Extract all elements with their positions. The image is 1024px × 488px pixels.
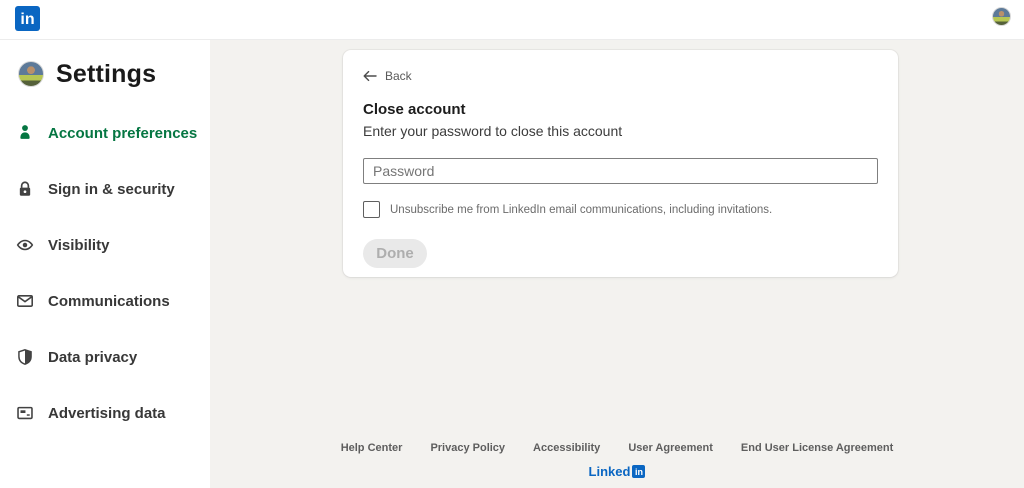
sidebar-item-visibility[interactable]: Visibility xyxy=(0,217,210,273)
ad-card-icon xyxy=(16,404,34,422)
sidebar-item-sign-in-security[interactable]: Sign in & security xyxy=(0,161,210,217)
person-icon xyxy=(16,124,34,142)
sidebar-item-label: Communications xyxy=(48,293,170,310)
sidebar-menu: Account preferences Sign in & security V… xyxy=(0,105,210,441)
close-account-card: Back Close account Enter your password t… xyxy=(343,50,898,277)
footer-link-user-agreement[interactable]: User Agreement xyxy=(628,442,713,454)
back-arrow-icon xyxy=(363,70,377,82)
done-button[interactable]: Done xyxy=(363,239,427,268)
password-input[interactable] xyxy=(363,158,878,184)
settings-sidebar: Settings Account preferences Sign in & s… xyxy=(0,40,210,488)
sidebar-item-advertising-data[interactable]: Advertising data xyxy=(0,385,210,441)
footer-logo-word: Linked xyxy=(589,464,631,479)
footer-in-logo-icon: in xyxy=(632,465,645,478)
sidebar-item-data-privacy[interactable]: Data privacy xyxy=(0,329,210,385)
footer-link-accessibility[interactable]: Accessibility xyxy=(533,442,600,454)
footer-link-help-center[interactable]: Help Center xyxy=(341,442,403,454)
page-footer: Help Center Privacy Policy Accessibility… xyxy=(210,442,1024,479)
sidebar-header: Settings xyxy=(0,40,210,89)
shield-icon xyxy=(16,348,34,366)
card-subtitle: Enter your password to close this accoun… xyxy=(363,123,878,139)
footer-link-eula[interactable]: End User License Agreement xyxy=(741,442,893,454)
sidebar-item-label: Account preferences xyxy=(48,125,197,142)
user-avatar xyxy=(18,61,44,87)
top-bar: in xyxy=(0,0,1024,40)
back-button[interactable]: Back xyxy=(363,69,412,83)
linkedin-footer-logo[interactable]: Linked in xyxy=(589,464,646,479)
back-label: Back xyxy=(385,69,412,83)
linkedin-logo-icon[interactable]: in xyxy=(15,6,40,31)
footer-links: Help Center Privacy Policy Accessibility… xyxy=(341,442,894,454)
sidebar-item-label: Sign in & security xyxy=(48,181,175,198)
unsubscribe-label[interactable]: Unsubscribe me from LinkedIn email commu… xyxy=(390,204,772,216)
unsubscribe-row: Unsubscribe me from LinkedIn email commu… xyxy=(363,201,878,218)
unsubscribe-checkbox[interactable] xyxy=(363,201,380,218)
sidebar-item-communications[interactable]: Communications xyxy=(0,273,210,329)
card-title: Close account xyxy=(363,101,878,118)
envelope-icon xyxy=(16,292,34,310)
profile-avatar[interactable] xyxy=(992,7,1011,26)
eye-icon xyxy=(16,236,34,254)
page-title: Settings xyxy=(56,60,156,89)
sidebar-item-account-preferences[interactable]: Account preferences xyxy=(0,105,210,161)
sidebar-item-label: Data privacy xyxy=(48,349,137,366)
sidebar-item-label: Visibility xyxy=(48,237,109,254)
lock-icon xyxy=(16,180,34,198)
footer-link-privacy-policy[interactable]: Privacy Policy xyxy=(430,442,505,454)
sidebar-item-label: Advertising data xyxy=(48,405,166,422)
